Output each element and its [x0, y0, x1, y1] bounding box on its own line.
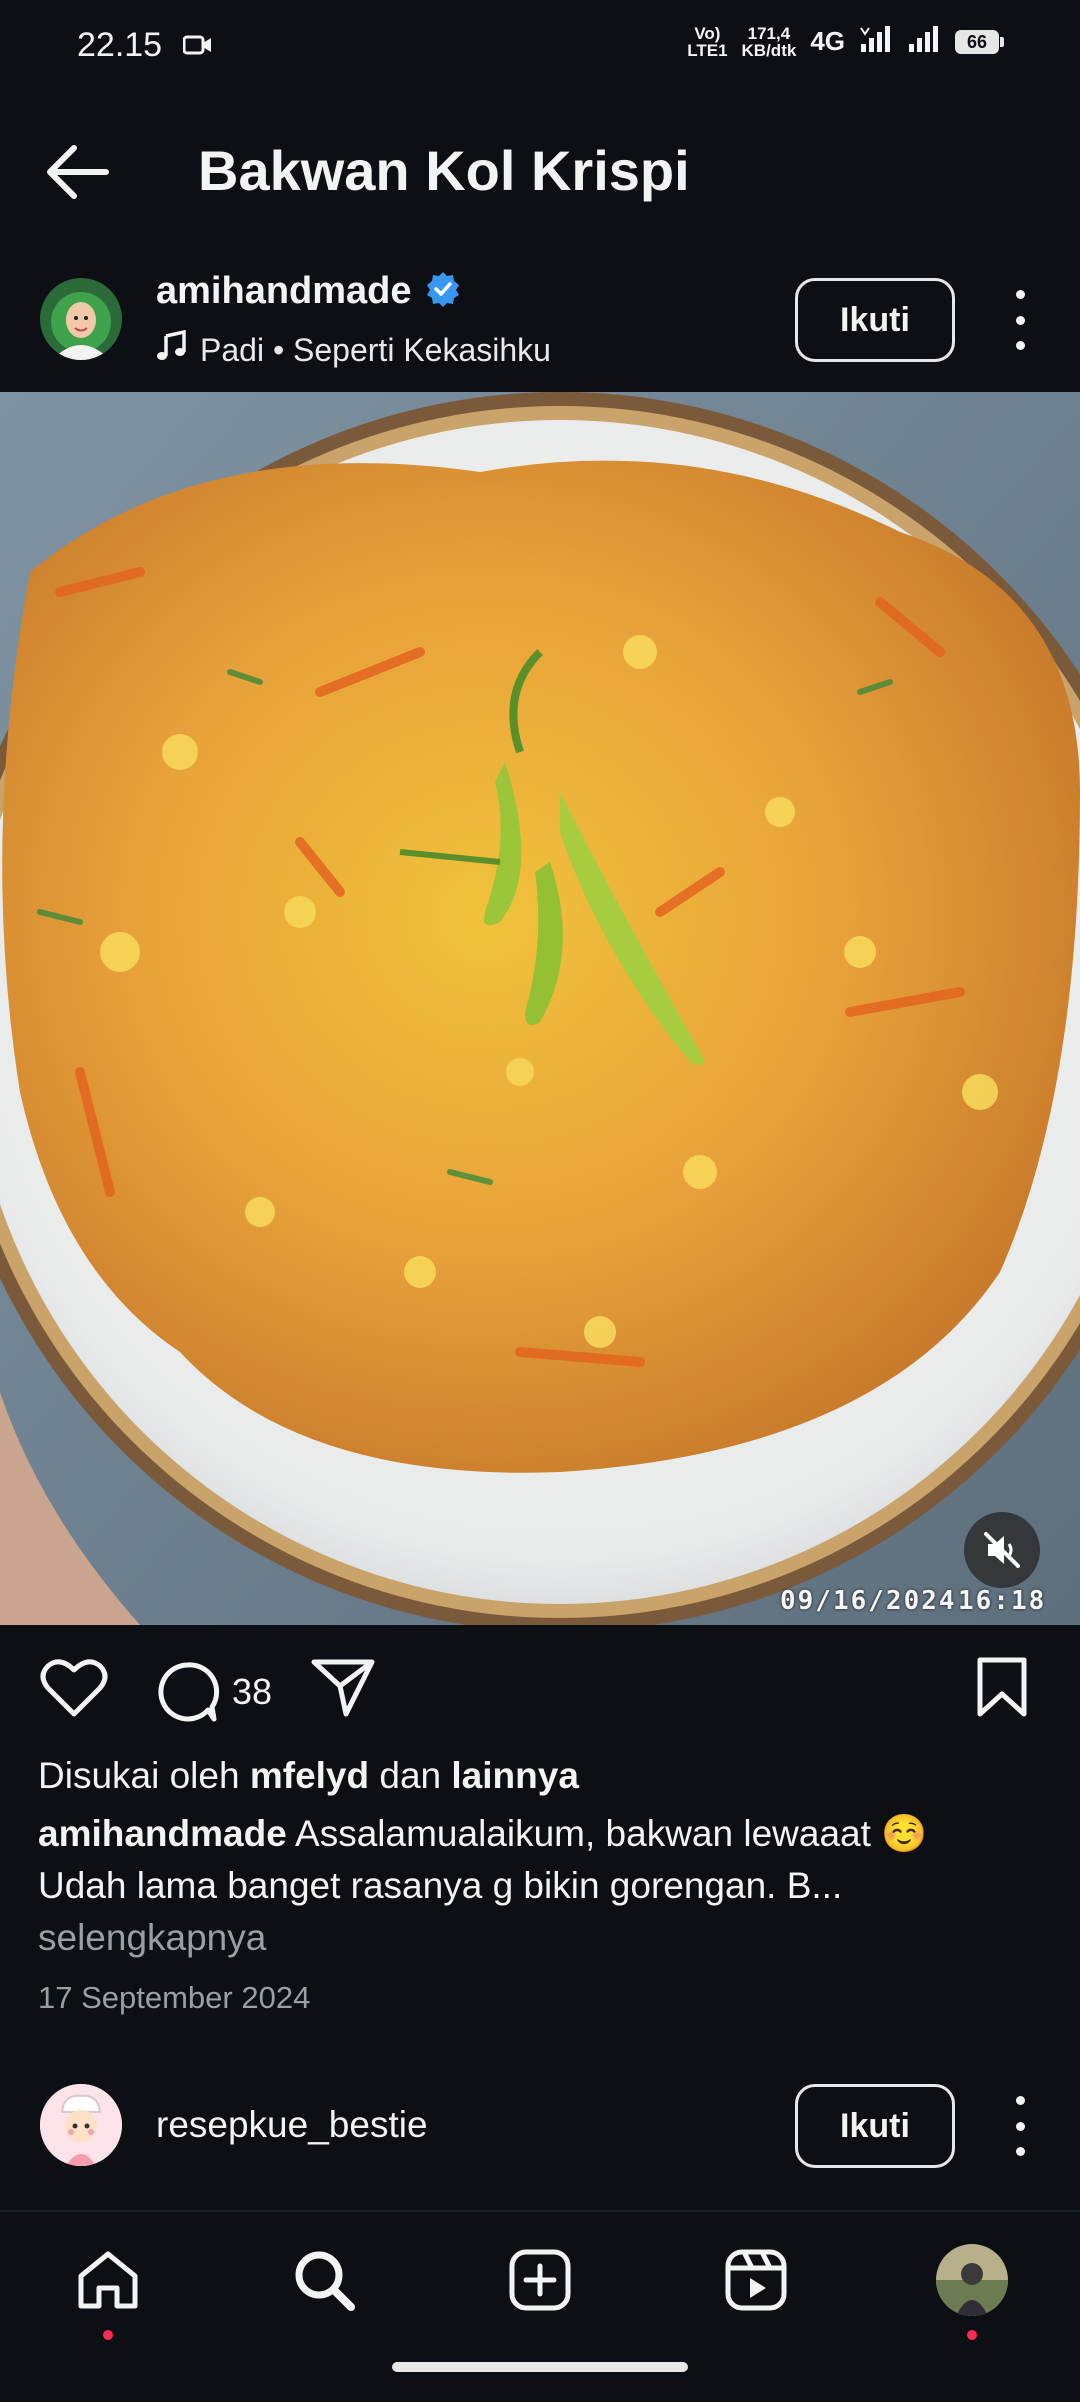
comment-icon [158, 1662, 220, 1722]
post-image[interactable] [0, 392, 1080, 1625]
liked-by-user[interactable]: mfelyd [250, 1755, 369, 1796]
back-button[interactable] [44, 142, 110, 202]
battery-level: 66 [955, 29, 999, 54]
nav-reels[interactable] [716, 2240, 796, 2320]
next-post-avatar[interactable] [40, 2084, 122, 2166]
mute-toggle[interactable] [964, 1512, 1040, 1588]
home-notification-dot [103, 2330, 113, 2340]
video-camera-icon [182, 34, 213, 61]
next-post-username[interactable]: resepkue_bestie [156, 2104, 428, 2146]
nav-create[interactable] [500, 2240, 580, 2320]
audio-label: Padi • Seperti Kekasihku [200, 331, 551, 368]
home-icon [78, 2251, 138, 2309]
bookmark-icon [977, 1657, 1027, 1717]
photo-time-stamp: 16:18 [958, 1586, 1047, 1616]
bottom-navigation [0, 2210, 1080, 2402]
nav-home[interactable] [68, 2240, 148, 2320]
more-options-icon[interactable] [1010, 290, 1030, 350]
home-indicator[interactable] [392, 2362, 688, 2372]
volte-indicator: Vo) LTE1 [687, 23, 728, 60]
arrow-left-icon [47, 145, 109, 199]
battery-icon: 66 [955, 29, 1004, 54]
next-post-more-options-icon[interactable] [1010, 2096, 1030, 2156]
post-username[interactable]: amihandmade [156, 270, 412, 313]
photo-date-stamp: 09/16/2024 [780, 1586, 957, 1616]
comment-button[interactable]: 38 [154, 1656, 272, 1728]
network-type: 4G [810, 26, 845, 56]
like-button[interactable] [40, 1656, 112, 1728]
search-icon [295, 2251, 355, 2311]
profile-avatar [936, 2244, 1008, 2316]
comment-count: 38 [232, 1671, 273, 1712]
heart-icon [40, 1659, 108, 1717]
see-more-link[interactable]: selengkapnya [38, 1912, 1038, 1964]
status-time: 22.15 [77, 26, 163, 64]
signal-icon [859, 24, 893, 59]
reels-icon [725, 2249, 787, 2311]
status-bar: 22.15 Vo) LTE1 171,4 KB/dtk 4G 66 [0, 0, 1080, 96]
avatar[interactable] [40, 278, 122, 360]
nav-search[interactable] [284, 2240, 364, 2320]
next-post-follow-button[interactable]: Ikuti [795, 2084, 955, 2168]
create-icon [509, 2249, 571, 2311]
status-right-cluster: Vo) LTE1 171,4 KB/dtk 4G 66 [687, 24, 1004, 59]
audio-attribution[interactable]: Padi • Seperti Kekasihku [156, 329, 551, 370]
follow-button[interactable]: Ikuti [795, 278, 955, 362]
signal-icon [907, 24, 941, 59]
profile-notification-dot [967, 2330, 977, 2340]
caption-text-line1: Assalamualaikum, bakwan lewaaat ☺️ [295, 1813, 928, 1854]
send-icon [311, 1659, 375, 1717]
likes-summary[interactable]: Disukai oleh mfelyd dan lainnya [38, 1750, 579, 1802]
music-note-icon [156, 329, 186, 370]
post-date: 17 September 2024 [38, 1980, 311, 2015]
page-title: Bakwan Kol Krispi [198, 139, 690, 202]
verified-badge-icon [424, 270, 462, 313]
caption-text-line2: Udah lama banget rasanya g bikin gorenga… [38, 1865, 843, 1906]
share-button[interactable] [310, 1656, 382, 1728]
network-speed: 171,4 KB/dtk [741, 23, 797, 60]
post-author[interactable]: amihandmade [156, 270, 462, 313]
save-button[interactable] [974, 1656, 1034, 1728]
likes-others[interactable]: lainnya [451, 1755, 579, 1796]
caption-username[interactable]: amihandmade [38, 1813, 287, 1854]
speaker-muted-icon [984, 1532, 1020, 1568]
post-caption: amihandmade Assalamualaikum, bakwan lewa… [38, 1808, 1038, 1964]
nav-profile[interactable] [932, 2240, 1012, 2320]
